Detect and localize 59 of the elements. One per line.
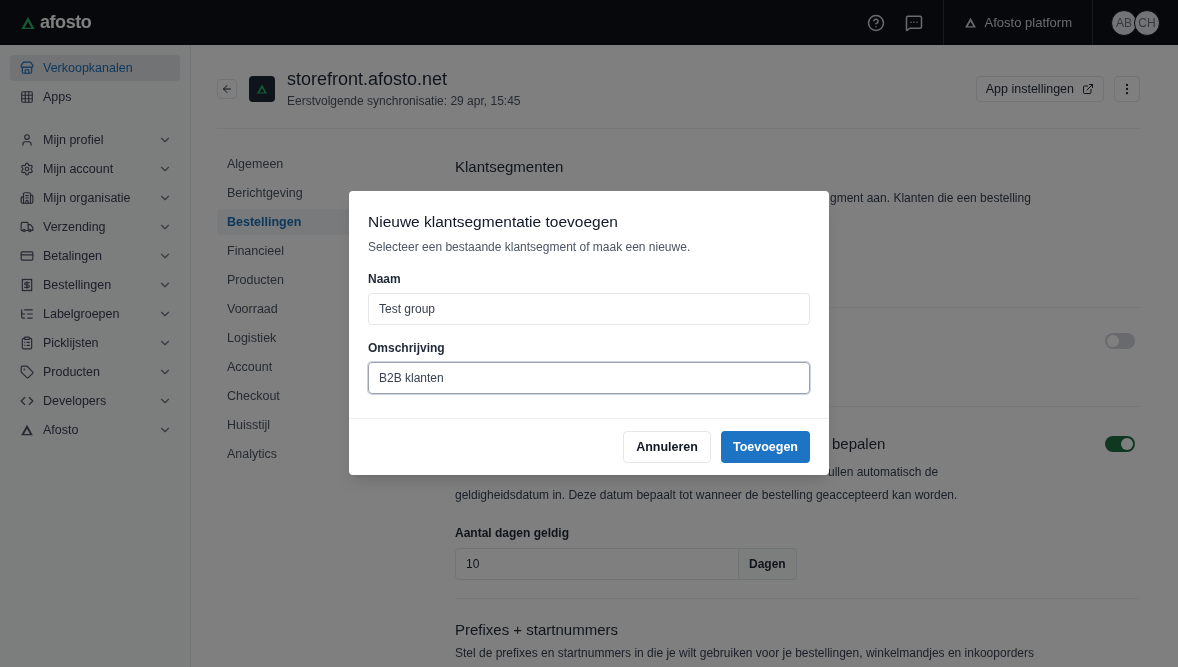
- sidebar-item[interactable]: Verkoopkanalen: [10, 55, 180, 81]
- tag-icon: [20, 365, 34, 379]
- back-arrow-icon: [221, 83, 233, 95]
- user-icon: [20, 133, 34, 147]
- back-button[interactable]: [217, 79, 237, 99]
- code-icon: [20, 394, 34, 408]
- sidebar-item[interactable]: Developers: [10, 388, 180, 414]
- field-label: Naam: [368, 271, 402, 289]
- triangle-logo-icon: [963, 16, 977, 29]
- section-title: Klantsegmenten: [455, 157, 565, 177]
- truck-icon: [20, 220, 34, 234]
- dialog-description: Selecteer een bestaande klantsegment of maak een nieuwe.: [368, 239, 692, 257]
- building-icon: [20, 191, 34, 205]
- section-text: Stel de prefixes en startnummers in die je wilt gebruiken voor je bestellingen, winkelmandjes en inkooporders: [455, 645, 1035, 660]
- list-icon: [20, 307, 34, 321]
- sidebar-item[interactable]: Afosto: [10, 417, 180, 443]
- store-icon: [20, 61, 34, 75]
- sidebar-item[interactable]: Producten: [10, 359, 180, 385]
- sidebar-item[interactable]: Labelgroepen: [10, 301, 180, 327]
- field-label: Aantal dagen geldig: [455, 525, 570, 542]
- toggle-switch[interactable]: [1105, 435, 1135, 452]
- chat-icon[interactable]: [904, 13, 923, 32]
- logo-icon: [256, 83, 268, 95]
- text-input[interactable]: B2B klanten: [368, 362, 810, 395]
- gear-icon: [20, 162, 34, 176]
- external-link-icon: [1082, 83, 1094, 95]
- days-input[interactable]: 10: [455, 548, 739, 580]
- app-settings-button[interactable]: App instellingen: [975, 76, 1104, 102]
- section-title: Prefixes + startnummers: [455, 620, 619, 640]
- clipboard-icon: [20, 336, 34, 350]
- sidebar-item[interactable]: Mijn profiel: [10, 127, 180, 153]
- sidebar-item[interactable]: Mijn organisatie: [10, 185, 180, 211]
- receipt-icon: [20, 278, 34, 292]
- unit-addon: Dagen: [739, 548, 797, 580]
- sidebar-item[interactable]: Apps: [10, 84, 180, 110]
- credit-card-icon: [20, 249, 34, 263]
- section-text: geldigheidsdatum in. Deze datum bepaalt tot wanneer de bestelling geaccepteerd kan worden.: [455, 487, 959, 504]
- subnav-item[interactable]: Algemeen: [217, 151, 435, 177]
- sidebar-item[interactable]: Bestellingen: [10, 272, 180, 298]
- platform-link[interactable]: Afosto platform: [984, 12, 1072, 33]
- field-label: Omschrijving: [368, 340, 446, 358]
- cancel-button[interactable]: Annuleren: [623, 431, 711, 464]
- logo-text: afosto: [40, 11, 92, 34]
- text-input[interactable]: Test group: [368, 293, 810, 326]
- section-title: bepalen: [832, 433, 887, 454]
- triangle-logo-icon: [20, 423, 34, 437]
- sidebar-item[interactable]: Verzending: [10, 214, 180, 240]
- add-button[interactable]: Toevoegen: [720, 431, 810, 464]
- help-icon[interactable]: [866, 13, 885, 32]
- section-text: ullen automatisch de: [828, 464, 940, 481]
- sidebar-item[interactable]: Picklijsten: [10, 330, 180, 356]
- section-text: gment aan. Klanten die een bestelling: [830, 189, 1032, 207]
- sidebar-item[interactable]: Betalingen: [10, 243, 180, 269]
- avatar[interactable]: AB: [1111, 9, 1137, 36]
- sync-subtitle: Eerstvolgende synchronisatie: 29 apr, 15:45: [287, 93, 522, 110]
- grid-icon: [20, 90, 34, 104]
- page-title: storefront.afosto.net: [287, 68, 449, 90]
- avatar[interactable]: CH: [1134, 9, 1160, 36]
- sidebar-item[interactable]: Mijn account: [10, 156, 180, 182]
